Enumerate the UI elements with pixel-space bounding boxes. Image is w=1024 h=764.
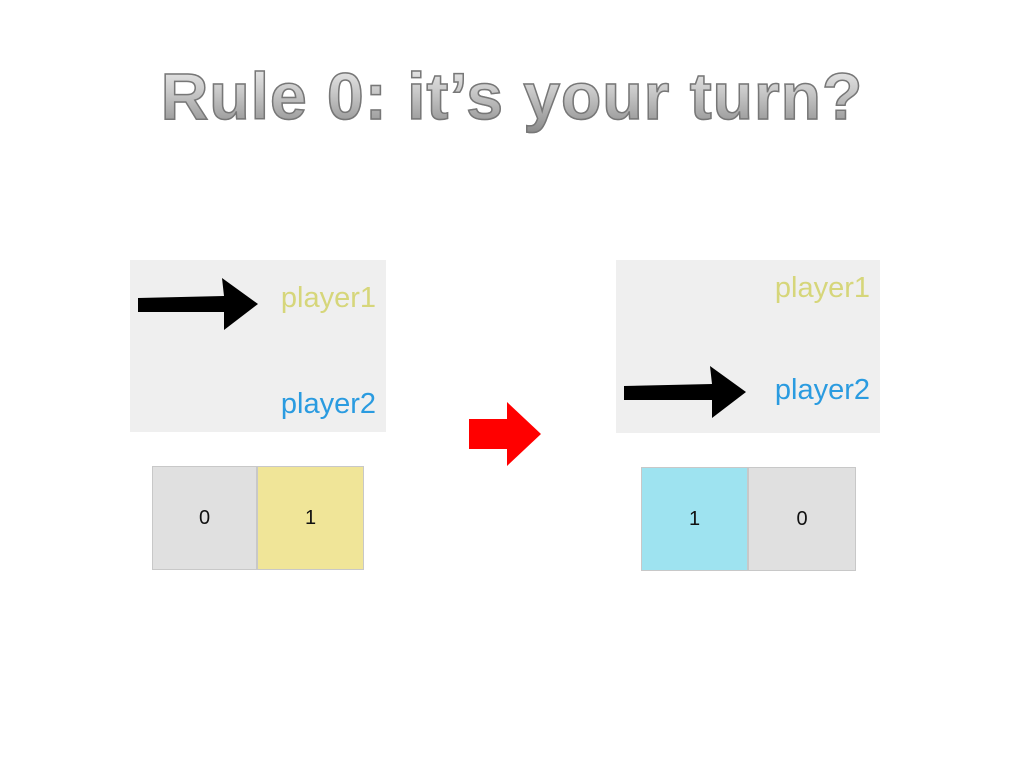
player1-label: player1 (280, 282, 376, 314)
score-box-left: 0 (152, 466, 257, 570)
player2-label: player2 (774, 374, 870, 406)
transition-arrow-icon (469, 402, 541, 466)
player1-label: player1 (774, 272, 870, 304)
score-box-left: 1 (641, 467, 748, 571)
player2-label: player2 (280, 388, 376, 420)
after-player-panel: player1 player2 (616, 260, 880, 433)
turn-arrow-icon (138, 278, 258, 330)
score-box-right: 1 (257, 466, 364, 570)
score-box-right: 0 (748, 467, 856, 571)
slide-title: Rule 0: it’s your turn? (0, 58, 1024, 134)
before-player-panel: player1 player2 (130, 260, 386, 432)
turn-arrow-icon (624, 366, 746, 418)
